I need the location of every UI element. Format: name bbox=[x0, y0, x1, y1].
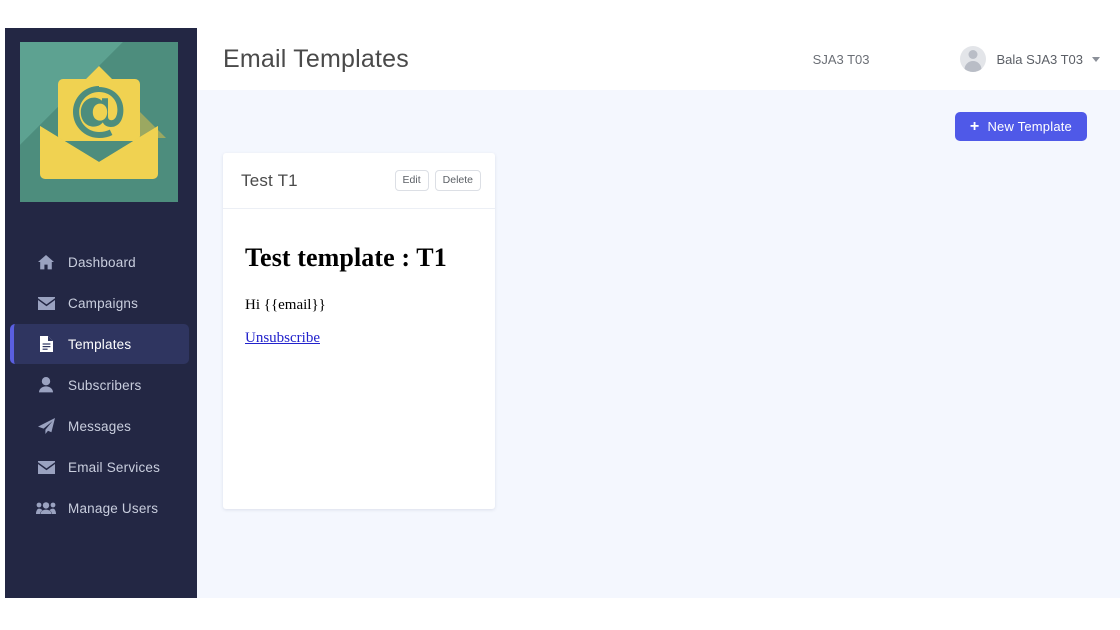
sidebar-item-label: Templates bbox=[68, 336, 132, 352]
sidebar-item-label: Manage Users bbox=[68, 500, 159, 516]
page-title: Email Templates bbox=[223, 44, 409, 73]
template-card[interactable]: Test T1 Edit Delete Test template : T1 H… bbox=[223, 153, 495, 509]
template-name: Test T1 bbox=[241, 170, 298, 190]
preview-heading: Test template : T1 bbox=[245, 243, 447, 272]
template-card-header: Test T1 Edit Delete bbox=[223, 153, 495, 209]
unsubscribe-link[interactable]: Unsubscribe bbox=[245, 330, 320, 347]
topbar: Email Templates SJA3 T03 Bala SJA3 T03 bbox=[197, 28, 1120, 90]
delete-button[interactable]: Delete bbox=[434, 169, 481, 192]
envelope-at-icon bbox=[40, 66, 166, 179]
sidebar-item-manage-users[interactable]: Manage Users bbox=[10, 488, 189, 528]
preview-greeting: Hi {{email}} bbox=[245, 297, 326, 313]
users-icon bbox=[36, 499, 56, 517]
document-icon bbox=[36, 335, 56, 353]
sidebar-item-campaigns[interactable]: Campaigns bbox=[10, 283, 189, 323]
user-name[interactable]: Bala SJA3 T03 bbox=[997, 52, 1083, 67]
topbar-right: SJA3 T03 Bala SJA3 T03 bbox=[813, 46, 1100, 72]
sidebar-item-templates[interactable]: Templates bbox=[10, 324, 189, 364]
main-area: Email Templates SJA3 T03 Bala SJA3 T03 +… bbox=[197, 28, 1120, 598]
sidebar-nav: Dashboard Campaigns Templates Subscriber… bbox=[5, 242, 197, 528]
template-preview: Test template : T1 Hi {{email}} Unsubscr… bbox=[223, 209, 495, 509]
plus-icon: + bbox=[969, 117, 980, 135]
edit-button[interactable]: Edit bbox=[394, 169, 429, 192]
sidebar: Dashboard Campaigns Templates Subscriber… bbox=[5, 28, 197, 598]
tenant-label: SJA3 T03 bbox=[812, 51, 870, 67]
template-card-actions: Edit Delete bbox=[394, 169, 481, 192]
sidebar-item-label: Campaigns bbox=[68, 295, 139, 311]
sidebar-item-label: Email Services bbox=[68, 459, 161, 475]
new-template-button[interactable]: + New Template bbox=[954, 112, 1087, 141]
sidebar-item-label: Dashboard bbox=[68, 254, 136, 270]
home-icon bbox=[36, 253, 56, 271]
sidebar-item-dashboard[interactable]: Dashboard bbox=[10, 242, 189, 282]
paper-plane-icon bbox=[36, 417, 56, 435]
logo-container[interactable] bbox=[5, 28, 197, 202]
sidebar-item-label: Messages bbox=[68, 418, 132, 434]
envelope-icon bbox=[36, 458, 56, 476]
chevron-down-icon[interactable] bbox=[1092, 56, 1100, 62]
envelope-icon bbox=[36, 294, 56, 312]
sidebar-item-subscribers[interactable]: Subscribers bbox=[10, 365, 189, 405]
new-template-label: New Template bbox=[987, 119, 1072, 134]
content-area: + New Template Test T1 Edit Delete Test … bbox=[197, 90, 1120, 509]
avatar[interactable] bbox=[959, 46, 986, 72]
sidebar-item-messages[interactable]: Messages bbox=[10, 406, 189, 446]
email-app-logo bbox=[20, 42, 178, 202]
app-window: Dashboard Campaigns Templates Subscriber… bbox=[5, 28, 1120, 598]
user-icon bbox=[36, 376, 56, 394]
template-list: Test T1 Edit Delete Test template : T1 H… bbox=[219, 153, 1098, 509]
sidebar-item-label: Subscribers bbox=[68, 377, 142, 393]
sidebar-item-email-services[interactable]: Email Services bbox=[10, 447, 189, 487]
toolbar: + New Template bbox=[219, 90, 1098, 141]
